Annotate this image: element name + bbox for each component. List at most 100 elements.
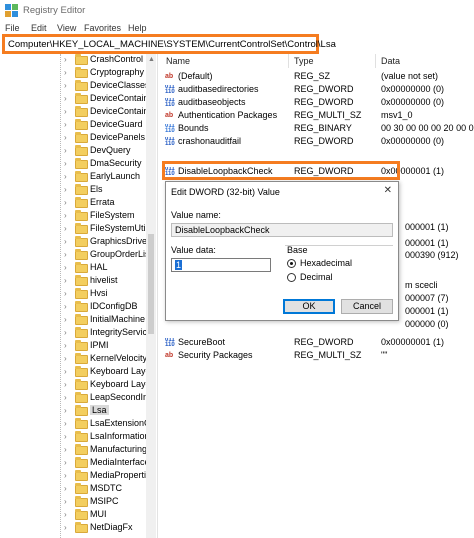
- chevron-right-icon[interactable]: ›: [64, 341, 72, 350]
- chevron-right-icon[interactable]: ›: [64, 458, 72, 467]
- chevron-right-icon[interactable]: ›: [64, 432, 72, 441]
- column-header-name[interactable]: Name: [166, 56, 190, 66]
- tree-item[interactable]: › FileSystem: [64, 210, 154, 223]
- list-item[interactable]: 011 110 crashonauditfail REG_DWORD 0x0000000…: [161, 136, 474, 149]
- chevron-right-icon[interactable]: ›: [64, 302, 72, 311]
- chevron-right-icon[interactable]: ›: [64, 289, 72, 298]
- chevron-right-icon[interactable]: ›: [64, 185, 72, 194]
- menu-file[interactable]: File: [5, 23, 20, 33]
- tree-item[interactable]: › NetDiagFx: [64, 522, 154, 535]
- list-item[interactable]: 011 110 auditbaseobjects REG_DWORD 0x0000000…: [161, 97, 474, 110]
- chevron-right-icon[interactable]: ›: [64, 55, 72, 64]
- chevron-right-icon[interactable]: ›: [64, 224, 72, 233]
- tree-item[interactable]: › MSDTC: [64, 483, 154, 496]
- tree-item[interactable]: › KernelVelocity: [64, 353, 154, 366]
- decimal-label[interactable]: Decimal: [300, 272, 333, 282]
- tree-item[interactable]: › Manufacturing: [64, 444, 154, 457]
- tree-item[interactable]: › Els: [64, 184, 154, 197]
- list-item[interactable]: 011 110 SecureBoot REG_DWORD 0x00000001 (1): [161, 337, 474, 350]
- chevron-right-icon[interactable]: ›: [64, 172, 72, 181]
- tree-item[interactable]: › MediaProperti: [64, 470, 154, 483]
- chevron-right-icon[interactable]: ›: [64, 133, 72, 142]
- tree-item[interactable]: › DeviceContain: [64, 106, 154, 119]
- chevron-right-icon[interactable]: ›: [64, 237, 72, 246]
- tree-item[interactable]: › GraphicsDriver: [64, 236, 154, 249]
- tree-item[interactable]: › LsaInformation: [64, 431, 154, 444]
- chevron-right-icon[interactable]: ›: [64, 510, 72, 519]
- tree-item[interactable]: › Keyboard Layo: [64, 379, 154, 392]
- scrollbar-thumb[interactable]: [148, 234, 154, 334]
- list-item[interactable]: 011 110 auditbasedirectories REG_DWORD 0x000…: [161, 84, 474, 97]
- chevron-right-icon[interactable]: ›: [64, 380, 72, 389]
- list-item[interactable]: ab Security Packages REG_MULTI_SZ "": [161, 350, 474, 363]
- menu-edit[interactable]: Edit: [31, 23, 47, 33]
- tree-item[interactable]: › DeviceClasses: [64, 80, 154, 93]
- menu-view[interactable]: View: [57, 23, 76, 33]
- column-divider[interactable]: [375, 54, 376, 68]
- chevron-right-icon[interactable]: ›: [64, 328, 72, 337]
- chevron-right-icon[interactable]: ›: [64, 497, 72, 506]
- chevron-right-icon[interactable]: ›: [64, 276, 72, 285]
- column-divider[interactable]: [288, 54, 289, 68]
- chevron-right-icon[interactable]: ›: [64, 523, 72, 532]
- chevron-right-icon[interactable]: ›: [64, 68, 72, 77]
- chevron-right-icon[interactable]: ›: [64, 250, 72, 259]
- address-bar[interactable]: Computer\HKEY_LOCAL_MACHINE\SYSTEM\Curre…: [2, 34, 336, 54]
- tree-item[interactable]: › EarlyLaunch: [64, 171, 154, 184]
- chevron-right-icon[interactable]: ›: [64, 120, 72, 129]
- value-data-field[interactable]: 1: [171, 258, 271, 272]
- tree-item[interactable]: › HAL: [64, 262, 154, 275]
- tree-item[interactable]: › IPMI: [64, 340, 154, 353]
- close-icon[interactable]: ✕: [384, 185, 392, 196]
- tree-item[interactable]: › DevQuery: [64, 145, 154, 158]
- tree-item[interactable]: › Lsa: [64, 405, 154, 418]
- tree-scrollbar[interactable]: ▲: [146, 54, 156, 538]
- scroll-up-icon[interactable]: ▲: [148, 56, 155, 63]
- chevron-right-icon[interactable]: ›: [64, 159, 72, 168]
- tree-item[interactable]: › MUI: [64, 509, 154, 522]
- tree-item[interactable]: › FileSystemUtil: [64, 223, 154, 236]
- chevron-right-icon[interactable]: ›: [64, 94, 72, 103]
- menu-favorites[interactable]: Favorites: [84, 23, 121, 33]
- hexadecimal-radio[interactable]: [287, 259, 296, 268]
- chevron-right-icon[interactable]: ›: [64, 354, 72, 363]
- chevron-right-icon[interactable]: ›: [64, 406, 72, 415]
- chevron-right-icon[interactable]: ›: [64, 445, 72, 454]
- menu-help[interactable]: Help: [128, 23, 147, 33]
- chevron-right-icon[interactable]: ›: [64, 146, 72, 155]
- tree-item[interactable]: › LsaExtensionC: [64, 418, 154, 431]
- list-item[interactable]: ab (Default) REG_SZ (value not set): [161, 71, 474, 84]
- chevron-right-icon[interactable]: ›: [64, 198, 72, 207]
- tree-item[interactable]: › MediaInterface: [64, 457, 154, 470]
- chevron-right-icon[interactable]: ›: [64, 315, 72, 324]
- chevron-right-icon[interactable]: ›: [64, 484, 72, 493]
- chevron-right-icon[interactable]: ›: [64, 107, 72, 116]
- tree-item[interactable]: › hivelist: [64, 275, 154, 288]
- value-name-field[interactable]: DisableLoopbackCheck: [171, 223, 393, 237]
- tree-item[interactable]: › Hvsi: [64, 288, 154, 301]
- chevron-right-icon[interactable]: ›: [64, 81, 72, 90]
- tree-item[interactable]: › Keyboard Layo: [64, 366, 154, 379]
- column-header-type[interactable]: Type: [294, 56, 314, 66]
- chevron-right-icon[interactable]: ›: [64, 263, 72, 272]
- chevron-right-icon[interactable]: ›: [64, 211, 72, 220]
- tree-item[interactable]: › MSIPC: [64, 496, 154, 509]
- tree-item[interactable]: › DeviceGuard: [64, 119, 154, 132]
- hexadecimal-label[interactable]: Hexadecimal: [300, 258, 352, 268]
- ok-button[interactable]: OK: [283, 299, 335, 314]
- chevron-right-icon[interactable]: ›: [64, 419, 72, 428]
- list-item[interactable]: ab Authentication Packages REG_MULTI_SZ msv…: [161, 110, 474, 123]
- tree-item[interactable]: › Errata: [64, 197, 154, 210]
- chevron-right-icon[interactable]: ›: [64, 367, 72, 376]
- decimal-radio[interactable]: [287, 273, 296, 282]
- tree-item[interactable]: › DmaSecurity: [64, 158, 154, 171]
- tree-item[interactable]: › IntegrityService: [64, 327, 154, 340]
- tree-item[interactable]: › DeviceContain: [64, 93, 154, 106]
- tree-item[interactable]: › IDConfigDB: [64, 301, 154, 314]
- tree-item[interactable]: › InitialMachine: [64, 314, 154, 327]
- tree-item[interactable]: › Cryptography: [64, 67, 154, 80]
- tree-item[interactable]: › LeapSecondIn: [64, 392, 154, 405]
- list-item[interactable]: 011 110 Bounds REG_BINARY 00 30 00 00 00 20 …: [161, 123, 474, 136]
- column-header-data[interactable]: Data: [381, 56, 400, 66]
- tree-item[interactable]: › GroupOrderList: [64, 249, 154, 262]
